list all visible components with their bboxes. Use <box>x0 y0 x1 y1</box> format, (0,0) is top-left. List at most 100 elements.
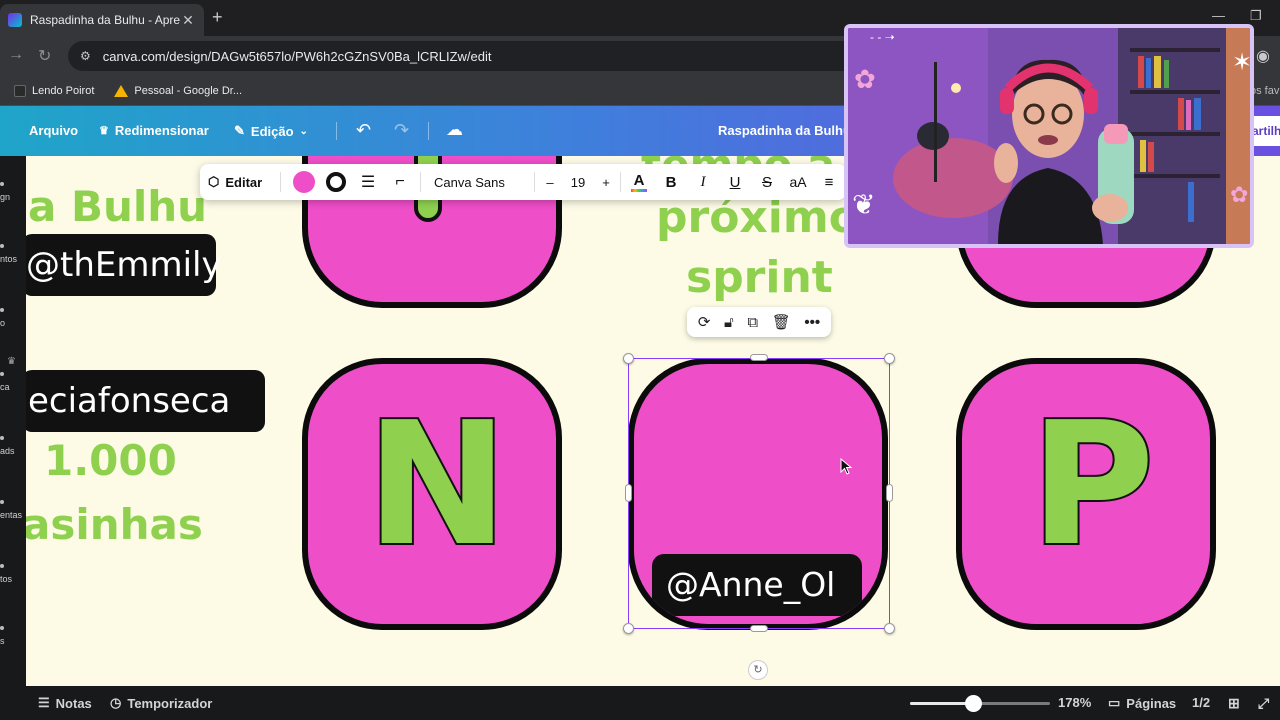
fullscreen-icon[interactable]: ⤢ <box>1258 695 1269 712</box>
left-count-text[interactable]: 1.000 <box>44 436 177 485</box>
align-center-icon[interactable]: ≡ <box>818 164 840 200</box>
site-info-icon[interactable]: ⚙ <box>80 49 91 63</box>
letter-case-button[interactable]: aA <box>786 164 810 200</box>
sidebar-item-uploads[interactable]: ads <box>0 436 26 456</box>
profile-icon[interactable]: ◉ <box>1256 46 1270 66</box>
sidebar-item-apps[interactable]: s <box>0 626 26 646</box>
bookmark-google-drive[interactable]: Pessoal - Google Dr... <box>114 84 242 97</box>
share-label: artilh <box>1252 124 1280 138</box>
pages-label: Páginas <box>1126 695 1177 711</box>
close-tab-icon[interactable]: ✕ <box>180 12 196 29</box>
trash-icon[interactable]: 🗑︎ <box>772 313 791 331</box>
new-tab-icon[interactable]: + <box>212 7 223 28</box>
minimize-icon[interactable]: — <box>1212 8 1225 23</box>
handle-pill-2-text: eciafonseca <box>28 381 231 421</box>
sidebar-label: o <box>0 318 6 328</box>
cloud-saved-icon[interactable]: ☁ <box>446 120 463 140</box>
bookmark-label: Lendo Poirot <box>32 84 95 97</box>
sidebar-item-design[interactable]: gn <box>0 182 26 202</box>
resize-handle-tl[interactable] <box>623 353 634 364</box>
redo-icon[interactable]: ↷ <box>394 120 409 141</box>
lock-icon[interactable]: 🔓︎ <box>724 314 734 331</box>
font-size-increase-button[interactable]: + <box>596 164 616 200</box>
bookmark-lendo-poirot[interactable]: Lendo Poirot <box>14 84 95 97</box>
mouse-cursor-icon <box>840 458 853 475</box>
file-menu-button[interactable]: Arquivo <box>29 123 78 138</box>
edit-mode-button[interactable]: ✎ Edição ⌄ <box>234 123 308 139</box>
sidebar-item-elements[interactable]: ntos <box>0 244 26 264</box>
left-word-text[interactable]: asinhas <box>26 500 203 549</box>
all-bookmarks-label[interactable]: os fav <box>1250 85 1279 97</box>
notes-button[interactable]: ☰ Notas <box>38 695 92 711</box>
right-text-line-3[interactable]: sprint <box>686 252 833 303</box>
handle-pill-2[interactable]: eciafonseca <box>26 370 265 432</box>
zoom-slider-knob[interactable] <box>965 695 982 712</box>
sidebar-icon <box>0 244 4 248</box>
letter-tile-n[interactable]: N <box>302 358 562 630</box>
sidebar-icon <box>0 500 4 504</box>
text-color-button[interactable]: A <box>628 164 650 200</box>
resize-handle-bottom[interactable] <box>750 625 768 632</box>
browser-tab[interactable]: Raspadinha da Bulhu - Apresen ✕ <box>0 4 204 36</box>
tab-title: Raspadinha da Bulhu - Apresen <box>30 13 180 27</box>
sidebar-icon <box>0 182 4 186</box>
resize-handle-tr[interactable] <box>884 353 895 364</box>
webcam-video-image <box>848 28 1250 244</box>
resize-handle-bl[interactable] <box>623 623 634 634</box>
resize-handle-left[interactable] <box>625 484 632 502</box>
toolbar-divider <box>280 172 281 192</box>
restore-icon[interactable]: ❐ <box>1250 8 1262 24</box>
undo-icon[interactable]: ↶ <box>356 120 371 141</box>
fill-color-swatch <box>293 171 315 193</box>
pages-button[interactable]: ▭ Páginas <box>1108 695 1176 711</box>
resize-label: Redimensionar <box>114 123 209 138</box>
left-title-text[interactable]: a Bulhu <box>28 182 207 231</box>
element-floating-toolbar: ⟳ 🔓︎ ⧉ 🗑︎ ••• <box>687 307 831 337</box>
rotate-handle-icon[interactable]: ↻ <box>748 660 768 680</box>
border-style-icon[interactable]: ☰ <box>356 164 380 200</box>
underline-button[interactable]: U <box>724 164 746 200</box>
font-family-select[interactable]: Canva Sans <box>426 164 530 200</box>
letter-tile-p[interactable]: P <box>956 358 1216 630</box>
zoom-slider-fill <box>910 702 973 705</box>
sidebar-item-brand[interactable]: ca <box>0 372 26 392</box>
sidebar-item-text[interactable]: o <box>0 308 26 328</box>
duplicate-icon[interactable]: ⧉ <box>747 314 758 331</box>
strikethrough-icon: S <box>761 173 772 191</box>
timer-button[interactable]: ◷ Temporizador <box>110 695 212 711</box>
toolbar-divider <box>420 172 421 192</box>
zoom-slider[interactable] <box>910 695 1050 712</box>
page-count[interactable]: 1/2 <box>1192 695 1210 710</box>
font-size-decrease-button[interactable]: – <box>540 164 560 200</box>
forward-icon[interactable]: → <box>8 46 24 64</box>
shapes-icon: ⬡ <box>208 174 220 189</box>
border-color-button[interactable] <box>324 164 348 200</box>
edit-element-button[interactable]: ⬡ Editar <box>208 164 262 200</box>
sidebar-icon <box>0 308 4 312</box>
document-title[interactable]: Raspadinha da Bulhu <box>718 123 851 138</box>
grid-view-icon[interactable]: ⊞ <box>1228 695 1240 712</box>
text-color-icon: A <box>633 172 645 189</box>
handle-pill-1[interactable]: @thEmmily <box>26 234 222 296</box>
sidebar-item-projects[interactable]: tos <box>0 564 26 584</box>
resize-button[interactable]: ♛ Redimensionar <box>99 123 209 138</box>
comment-add-icon[interactable]: ⟳ <box>698 313 711 331</box>
fill-color-button[interactable] <box>292 164 316 200</box>
resize-handle-br[interactable] <box>884 623 895 634</box>
left-sidebar: gn ntos o ca ads entas tos s ♛ <box>0 156 26 686</box>
resize-handle-top[interactable] <box>750 354 768 361</box>
more-options-icon[interactable]: ••• <box>804 314 820 331</box>
text-color-bar <box>631 189 647 192</box>
webcam-overlay: ✿ ✿ ✶ ❦ - - ➝ <box>844 24 1254 248</box>
italic-button[interactable]: I <box>692 164 714 200</box>
sidebar-label: s <box>0 636 5 646</box>
zoom-value[interactable]: 178% <box>1058 695 1091 710</box>
resize-handle-right[interactable] <box>886 484 893 502</box>
strikethrough-button[interactable]: S <box>756 164 778 200</box>
bold-button[interactable]: B <box>660 164 682 200</box>
corner-rounding-icon[interactable]: ⌐ <box>388 164 412 200</box>
sidebar-item-tools[interactable]: entas <box>0 500 26 520</box>
reload-icon[interactable]: ↻ <box>38 46 51 66</box>
font-size-input[interactable]: 19 <box>560 164 596 200</box>
sidebar-label: ntos <box>0 254 18 264</box>
